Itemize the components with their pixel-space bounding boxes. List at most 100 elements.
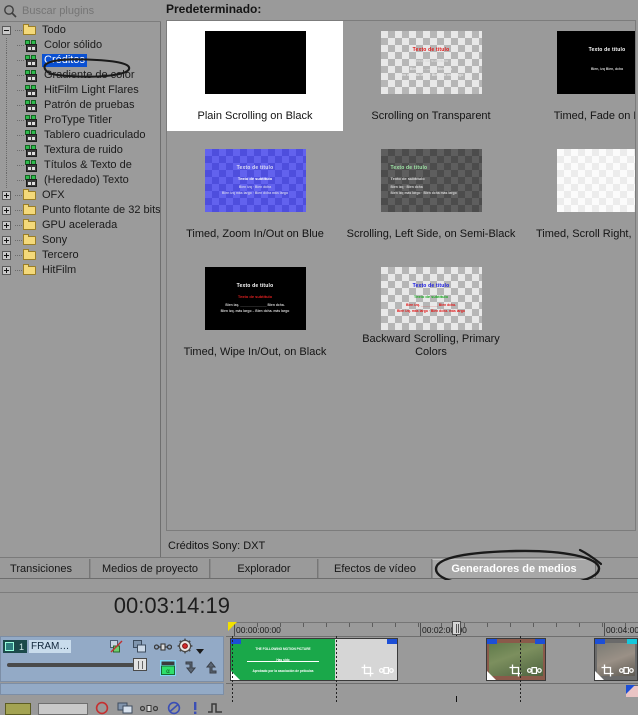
tree-item-hitfilm-light-flares[interactable]: HitFilm Light Flares — [0, 83, 160, 98]
tree-item-sony[interactable]: Sony — [0, 233, 160, 248]
search-input[interactable] — [20, 1, 166, 20]
track-level-slider-knob[interactable] — [133, 658, 147, 671]
preset-item[interactable]: Texto de título Texto de subtítulo Bien iz… — [343, 139, 519, 249]
clip-fade-out-handle[interactable] — [627, 639, 637, 644]
expand-icon[interactable] — [2, 221, 11, 230]
track-name-field[interactable]: FRAM… — [29, 640, 72, 653]
video-clip-ruins[interactable] — [594, 638, 638, 681]
tree-item-textura-de-ruido[interactable]: Textura de ruido — [0, 143, 160, 158]
tree-item-t-tulos-texto-de[interactable]: Títulos & Texto de — [0, 158, 160, 173]
tree-item-heredado-texto[interactable]: (Heredado) Texto — [0, 173, 160, 188]
track-record-icon[interactable] — [94, 701, 110, 715]
preset-item[interactable]: Texto de título Texto de subtítulo Bien iz… — [167, 257, 343, 367]
track-motion-icon-2[interactable] — [139, 702, 159, 715]
track-motion-icon[interactable] — [153, 640, 173, 656]
timecode-display[interactable]: 00:03:14:19 — [110, 592, 230, 620]
clip-loop-marker — [487, 671, 496, 680]
clip-pan-crop-icon[interactable] — [379, 664, 394, 676]
timeline-ruler[interactable]: 00:00:00:0000:02:00:0000:04:00:00 — [232, 622, 638, 637]
video-clip-forest[interactable] — [486, 638, 546, 681]
clip-pan-crop-icon[interactable] — [527, 664, 542, 676]
track-settings-icon[interactable] — [177, 638, 193, 654]
expand-icon[interactable] — [2, 206, 11, 215]
tab-label: Efectos de vídeo — [334, 562, 416, 575]
clip-fade-out-handle[interactable] — [535, 639, 545, 644]
timeline-subtrack[interactable] — [226, 683, 638, 697]
track-level-slider[interactable] — [7, 663, 147, 667]
timeline-bottom-toolbar[interactable] — [0, 701, 638, 715]
tab-transiciones[interactable]: Transiciones — [0, 559, 90, 578]
tree-connector — [15, 68, 25, 83]
preset-thumbnail: Texto de título Texto de subtítulo Bien iz… — [380, 267, 482, 330]
track-header-secondary[interactable] — [0, 683, 224, 695]
tree-indent — [2, 68, 15, 83]
preset-item[interactable]: Plain Scrolling on Black — [167, 21, 343, 131]
tree-item-todo[interactable]: Todo — [0, 23, 160, 38]
track-up-icon[interactable] — [203, 660, 219, 676]
tree-item-cr-ditos[interactable]: Créditos — [0, 53, 160, 68]
ruler-tick — [625, 623, 626, 627]
track-fx-icon[interactable] — [109, 639, 125, 655]
clip-fade-in-handle[interactable] — [595, 639, 605, 644]
audio-clip-fade-handle[interactable] — [626, 685, 635, 694]
tree-connector — [15, 128, 25, 143]
tree-item-ofx[interactable]: OFX — [0, 188, 160, 203]
clip-crop-icon[interactable] — [361, 664, 375, 677]
preset-thumbnail — [556, 149, 635, 212]
tree-item-tercero[interactable]: Tercero — [0, 248, 160, 263]
clip-pan-crop-icon[interactable] — [619, 664, 634, 676]
track-color-swatch[interactable] — [5, 702, 31, 715]
tree-connector — [15, 173, 25, 188]
track-solo-icon[interactable] — [190, 701, 200, 715]
track-compositing-icon[interactable] — [132, 639, 148, 655]
green-title-clip[interactable]: THE FOLLOWING MOTION PICTURE Has sido Apro… — [230, 638, 398, 681]
tree-item-hitfilm[interactable]: HitFilm — [0, 263, 160, 278]
collapse-icon[interactable] — [2, 26, 11, 35]
plugin-icon — [25, 69, 39, 82]
preset-item[interactable]: Texto de título Bien, izq Bien, dcha Timed… — [519, 21, 635, 131]
preset-item[interactable]: Texto de título Texto de subtítulo Bien de… — [343, 21, 519, 131]
chevron-down-icon[interactable] — [196, 642, 212, 658]
expand-icon[interactable] — [2, 236, 11, 245]
clip-crop-icon[interactable] — [601, 664, 615, 677]
track-name-field-2[interactable] — [38, 702, 88, 715]
playhead-handle[interactable] — [452, 621, 461, 635]
tab-medios-de-proyecto[interactable]: Medios de proyecto — [90, 559, 210, 578]
plugin-tree[interactable]: Todo Color sólido Créditos Gradiente de col… — [0, 23, 160, 557]
track-generate-icon[interactable]: α — [159, 659, 176, 676]
track-header[interactable]: 1 FRAM… α — [0, 636, 224, 682]
track-compositing-icon-2[interactable] — [117, 702, 135, 715]
clip-divider — [247, 661, 319, 662]
preset-item[interactable]: Texto de título Texto de subtítulo Bien iz… — [343, 257, 519, 367]
track-number-badge: 1 — [3, 640, 27, 653]
tab-efectos-de-v-deo[interactable]: Efectos de vídeo — [318, 559, 432, 578]
preset-item[interactable]: Timed, Scroll Right, on White — [519, 139, 635, 249]
tree-item-label: HitFilm Light Flares — [44, 84, 139, 96]
clip-fade-out-handle[interactable] — [387, 639, 397, 644]
tab-explorador[interactable]: Explorador — [210, 559, 318, 578]
preset-item[interactable]: Texto de título Texto de subtítulo Bien iz… — [167, 139, 343, 249]
track-mute-icon-2[interactable] — [166, 701, 182, 715]
tree-item-color-s-lido[interactable]: Color sólido — [0, 38, 160, 53]
tree-item-punto-flotante-de-32-bits[interactable]: Punto flotante de 32 bits — [0, 203, 160, 218]
timeline-track-area[interactable]: THE FOLLOWING MOTION PICTURE Has sido Apro… — [226, 636, 638, 683]
ruler-tick — [280, 623, 281, 627]
ruler-tick — [326, 623, 327, 627]
panel-tab-bar[interactable]: Transiciones Medios de proyecto Explorador… — [0, 557, 638, 579]
preset-thumb-line: Bien de, más largo · Bien dito más largo — [398, 73, 464, 77]
tree-item-protype-titler[interactable]: ProType Titler — [0, 113, 160, 128]
folder-icon — [23, 204, 37, 216]
expand-icon[interactable] — [2, 191, 11, 200]
tab-generadores-de-medios[interactable]: Generadores de medios — [432, 559, 596, 578]
tree-item-patr-n-de-pruebas[interactable]: Patrón de pruebas — [0, 98, 160, 113]
track-down-icon[interactable] — [183, 660, 199, 676]
track-automation-icon[interactable] — [206, 701, 224, 715]
tree-indent — [2, 53, 15, 68]
tree-item-tablero-cuadriculado[interactable]: Tablero cuadriculado — [0, 128, 160, 143]
tree-item-gradiente-de-color[interactable]: Gradiente de color — [0, 68, 160, 83]
expand-icon[interactable] — [2, 251, 11, 260]
clip-fade-in-handle[interactable] — [487, 639, 497, 644]
expand-icon[interactable] — [2, 266, 11, 275]
preset-grid[interactable]: Plain Scrolling on Black Texto de título T… — [166, 20, 636, 531]
tree-item-gpu-acelerada[interactable]: GPU acelerada — [0, 218, 160, 233]
